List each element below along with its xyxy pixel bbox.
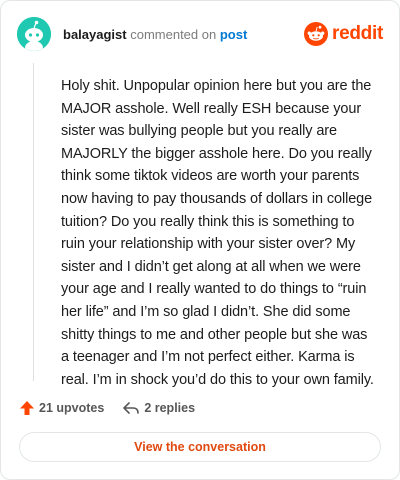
reddit-wordmark: reddit — [332, 23, 383, 44]
comment-actions: 21 upvotes 2 replies — [19, 398, 213, 418]
comment-card: balayagist commented on post reddit Holy… — [0, 0, 400, 480]
reddit-brand[interactable]: reddit — [304, 22, 383, 46]
post-link[interactable]: post — [220, 27, 247, 42]
comment-body: Holy shit. Unpopular opinion here but yo… — [61, 78, 374, 388]
reply-arrow-icon — [123, 402, 140, 414]
view-conversation-button[interactable]: View the conversation — [19, 432, 381, 462]
comment-byline: balayagist commented on post — [63, 27, 247, 43]
user-avatar-icon[interactable] — [17, 17, 51, 51]
commented-on-text: commented on — [130, 27, 217, 42]
reddit-snoo-icon — [304, 22, 329, 46]
upvote-count: 21 upvotes — [39, 401, 105, 415]
comment-header: balayagist commented on post reddit — [17, 17, 383, 53]
upvote-arrow-icon — [20, 401, 34, 415]
replies-count: 2 replies — [144, 401, 196, 415]
username-link[interactable]: balayagist — [63, 27, 127, 42]
replies-button[interactable]: 2 replies — [122, 400, 195, 416]
upvote-button[interactable]: 21 upvotes — [19, 400, 104, 416]
thread-line[interactable] — [33, 63, 34, 381]
